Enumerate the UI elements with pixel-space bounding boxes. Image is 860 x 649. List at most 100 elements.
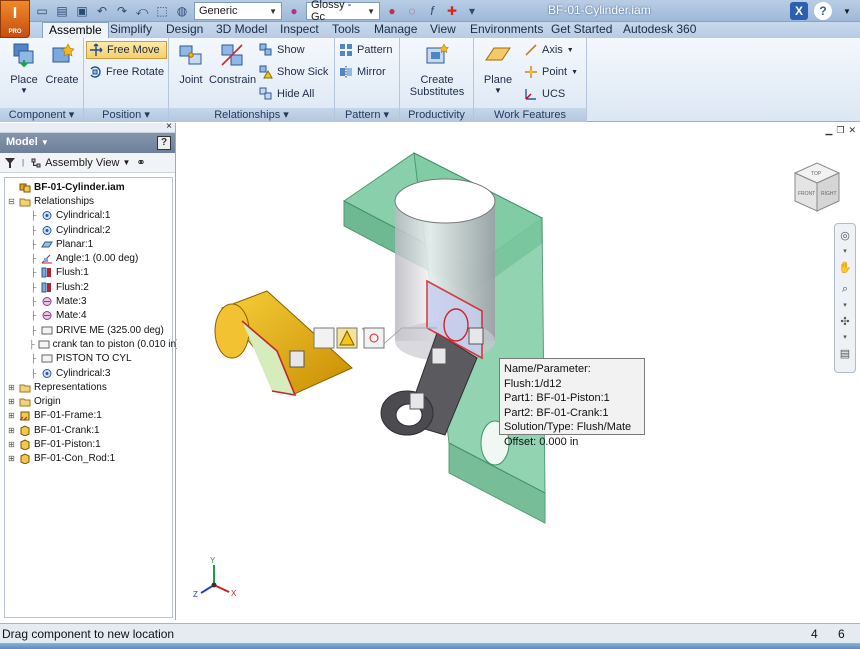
create-button[interactable]: Create	[42, 42, 82, 86]
look-at-icon[interactable]: ▤	[835, 342, 855, 364]
tree-item[interactable]: ├ DRIVE ME (325.00 deg)	[7, 323, 172, 337]
crosshair-icon[interactable]: ✚	[444, 3, 460, 19]
tab-3d-model[interactable]: 3D Model	[210, 22, 273, 38]
show-sick-button[interactable]: Show Sick	[259, 63, 328, 81]
orbit-icon[interactable]: ✣	[835, 310, 855, 332]
tree-item[interactable]: ├ Mate:3	[7, 294, 172, 308]
chevron-down-icon[interactable]: ▾	[835, 246, 855, 256]
tree-item[interactable]: ⊞ BF-01-Con_Rod:1	[7, 452, 172, 466]
tree-item[interactable]: ├ Planar:1	[7, 237, 172, 251]
collapse-icon[interactable]: ⊟	[7, 197, 16, 206]
tree-item[interactable]: ├ Cylindrical:2	[7, 223, 172, 237]
constrain-button[interactable]: Constrain	[209, 42, 256, 86]
autodesk-x-icon[interactable]: X	[790, 2, 808, 20]
place-button[interactable]: Place ▼	[4, 42, 44, 95]
joint-button[interactable]: Joint	[171, 42, 211, 86]
zoom-icon[interactable]: ⌕	[835, 278, 855, 300]
tree-item[interactable]: ⊞ BF-01-Frame:1	[7, 409, 172, 423]
panel-title-relationships[interactable]: Relationships ▾	[169, 108, 334, 122]
mirror-button[interactable]: Mirror	[339, 63, 386, 81]
tab-simplify[interactable]: Simplify	[104, 22, 158, 38]
pattern-button[interactable]: Pattern	[339, 41, 392, 59]
tree-item[interactable]: ⊟ Relationships	[7, 194, 172, 208]
expand-icon[interactable]: ⊞	[7, 383, 16, 392]
globe-icon[interactable]: ◍	[174, 3, 190, 19]
tab-get-started[interactable]: Get Started	[545, 22, 618, 38]
constraint-type-button[interactable]	[313, 327, 335, 349]
tree-item[interactable]: ├ Angle:1 (0.00 deg)	[7, 251, 172, 265]
panel-title-productivity[interactable]: Productivity	[400, 108, 473, 122]
help-icon[interactable]: ?	[814, 2, 832, 20]
mate-glyph-icon[interactable]	[409, 392, 425, 410]
apply-button[interactable]	[363, 327, 385, 349]
tree-item[interactable]: BF-01-Cylinder.iam	[7, 180, 172, 194]
show-button[interactable]: Show	[259, 41, 305, 59]
ucs-button[interactable]: UCS	[524, 85, 565, 103]
tree-item[interactable]: ├ crank tan to piston (0.010 in)	[7, 337, 179, 351]
steering-wheel-icon[interactable]: ◎	[835, 224, 855, 246]
tree-item[interactable]: ├ Mate:4	[7, 309, 172, 323]
tab-view[interactable]: View	[424, 22, 462, 38]
tree-item[interactable]: ⊞ Representations	[7, 380, 172, 394]
tree-item[interactable]: ⊞ Origin	[7, 394, 172, 408]
free-move-button[interactable]: Free Move	[86, 41, 167, 59]
chevron-down-icon[interactable]: ▾	[835, 332, 855, 342]
tab-assemble[interactable]: Assemble	[42, 22, 109, 38]
mate-glyph-icon[interactable]	[468, 327, 484, 345]
tree-item[interactable]: ├ PISTON TO CYL	[7, 352, 172, 366]
browser-header[interactable]: Model ▼ ?	[0, 133, 175, 153]
expand-icon[interactable]: ⊞	[7, 397, 16, 406]
free-rotate-button[interactable]: Free Rotate	[88, 63, 164, 81]
undo-icon[interactable]: ↶	[94, 3, 110, 19]
panel-title-pattern[interactable]: Pattern ▾	[335, 108, 399, 122]
close-icon[interactable]: ×	[166, 121, 172, 132]
tab-autodesk-360[interactable]: Autodesk 360	[617, 22, 702, 38]
tree-item[interactable]: ├ Cylindrical:3	[7, 366, 172, 380]
tab-tools[interactable]: Tools	[326, 22, 366, 38]
color-wheel-icon[interactable]: ●	[286, 3, 302, 19]
tree-item[interactable]: ├ Cylindrical:1	[7, 209, 172, 223]
help-menu-chevron-icon[interactable]: ▼	[838, 2, 856, 20]
assembly-view-dropdown[interactable]: Assembly View ▼	[30, 157, 130, 169]
expand-icon[interactable]: ⊞	[7, 411, 16, 420]
save-icon[interactable]: ▣	[74, 3, 90, 19]
pan-icon[interactable]: ✋	[835, 256, 855, 278]
customize-icon[interactable]: ▾	[464, 3, 480, 19]
hide-all-button[interactable]: Hide All	[259, 85, 314, 103]
tree-item[interactable]: ⊞ BF-01-Piston:1	[7, 437, 172, 451]
application-menu-button[interactable]: I PRO	[0, 0, 30, 38]
clear-appearance-icon[interactable]: ◌	[404, 3, 420, 19]
browser-help-icon[interactable]: ?	[157, 136, 171, 150]
chevron-down-icon[interactable]: ▾	[835, 300, 855, 310]
open-icon[interactable]: ▤	[54, 3, 70, 19]
create-substitutes-button[interactable]: Create Substitutes	[404, 42, 470, 98]
panel-title-component[interactable]: Component ▾	[0, 108, 83, 122]
tree-item[interactable]: ├ Flush:2	[7, 280, 172, 294]
plane-button[interactable]: Plane ▼	[478, 42, 518, 95]
panel-title-work-features[interactable]: Work Features	[474, 108, 586, 122]
new-icon[interactable]: ▭	[34, 3, 50, 19]
return-icon[interactable]: ⤺	[134, 3, 150, 19]
appearance-icon[interactable]: ●	[384, 3, 400, 19]
select-icon[interactable]: ⬚	[154, 3, 170, 19]
axis-button[interactable]: Axis ▼	[524, 41, 574, 59]
material-combo[interactable]: Glossy - Gc ▼	[306, 0, 380, 23]
expand-icon[interactable]: ⊞	[7, 440, 16, 449]
tree-item[interactable]: ├ Flush:1	[7, 266, 172, 280]
tab-design[interactable]: Design	[160, 22, 209, 38]
filter-icon[interactable]	[4, 157, 16, 169]
joint-glyph-icon[interactable]	[289, 350, 305, 368]
flush-glyph-icon[interactable]	[431, 347, 447, 365]
expand-icon[interactable]: ⊞	[7, 426, 16, 435]
point-button[interactable]: Point ▼	[524, 63, 578, 81]
binoculars-icon[interactable]: ⚭	[136, 156, 145, 169]
panel-title-position[interactable]: Position ▾	[84, 108, 168, 122]
function-icon[interactable]: f	[424, 3, 440, 19]
redo-icon[interactable]: ↷	[114, 3, 130, 19]
expand-icon[interactable]: ⊞	[7, 454, 16, 463]
tree-item[interactable]: ⊞ BF-01-Crank:1	[7, 423, 172, 437]
tab-environments[interactable]: Environments	[464, 22, 549, 38]
tab-manage[interactable]: Manage	[368, 22, 423, 38]
view-cube[interactable]: TOP FRONT RIGHT	[789, 157, 845, 217]
appearance-combo[interactable]: Generic ▼	[194, 2, 282, 20]
